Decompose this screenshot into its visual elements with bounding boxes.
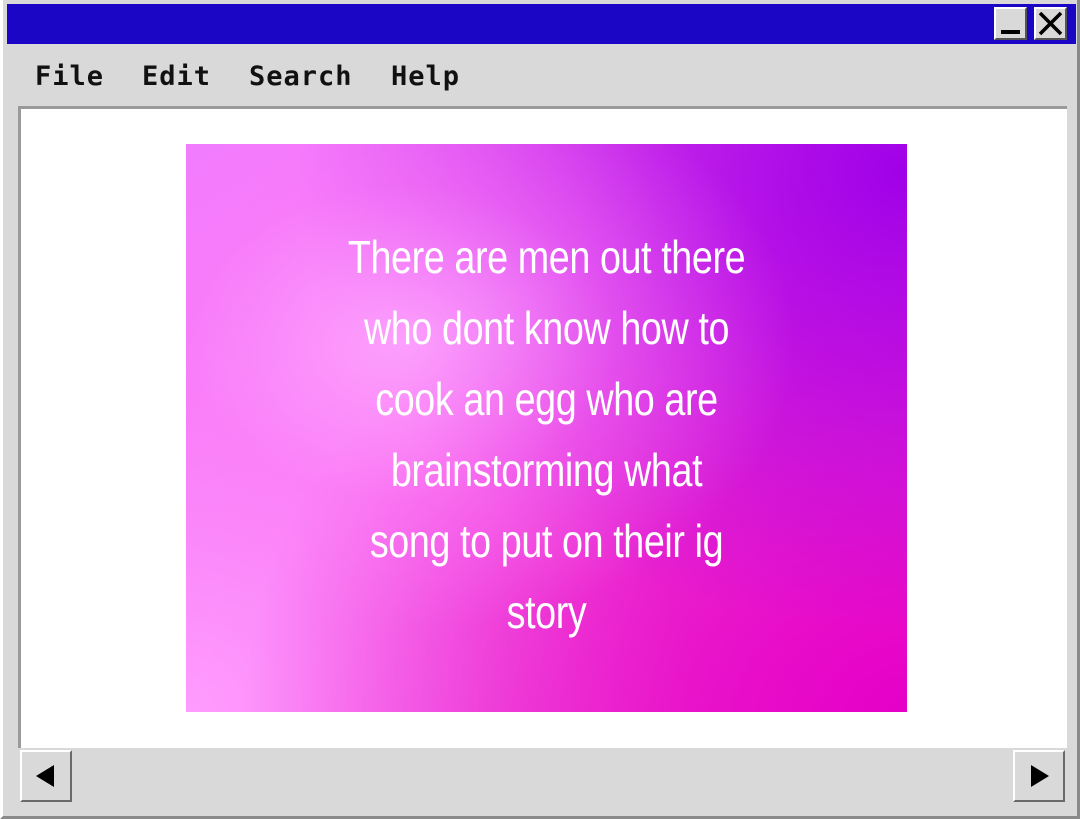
title-bar[interactable] bbox=[7, 4, 1076, 44]
arrow-left-icon bbox=[36, 765, 54, 787]
minimize-icon bbox=[1001, 30, 1020, 34]
arrow-right-icon bbox=[1031, 765, 1049, 787]
quote-image: There are men out there who dont know ho… bbox=[186, 144, 907, 712]
quote-line: story bbox=[506, 586, 587, 638]
quote-line: cook an egg who are bbox=[375, 373, 718, 425]
quote-line: song to put on their ig bbox=[369, 515, 724, 567]
menu-help[interactable]: Help bbox=[391, 61, 460, 92]
quote-text: There are men out there who dont know ho… bbox=[300, 222, 793, 648]
quote-line: brainstorming what bbox=[390, 444, 703, 496]
scroll-left-button[interactable] bbox=[20, 750, 72, 802]
scroll-right-button[interactable] bbox=[1013, 750, 1065, 802]
quote-line: There are men out there bbox=[347, 231, 746, 283]
menu-edit[interactable]: Edit bbox=[142, 61, 211, 92]
menu-bar: File Edit Search Help bbox=[7, 52, 1076, 102]
close-icon bbox=[1038, 11, 1063, 36]
menu-file[interactable]: File bbox=[35, 61, 104, 92]
quote-line: who dont know how to bbox=[363, 302, 730, 354]
close-button[interactable] bbox=[1034, 7, 1067, 40]
minimize-button[interactable] bbox=[994, 7, 1027, 40]
menu-search[interactable]: Search bbox=[249, 61, 353, 92]
content-area: There are men out there who dont know ho… bbox=[18, 106, 1067, 748]
app-window: File Edit Search Help There are men out … bbox=[0, 0, 1080, 819]
horizontal-scrollbar[interactable] bbox=[18, 748, 1067, 805]
